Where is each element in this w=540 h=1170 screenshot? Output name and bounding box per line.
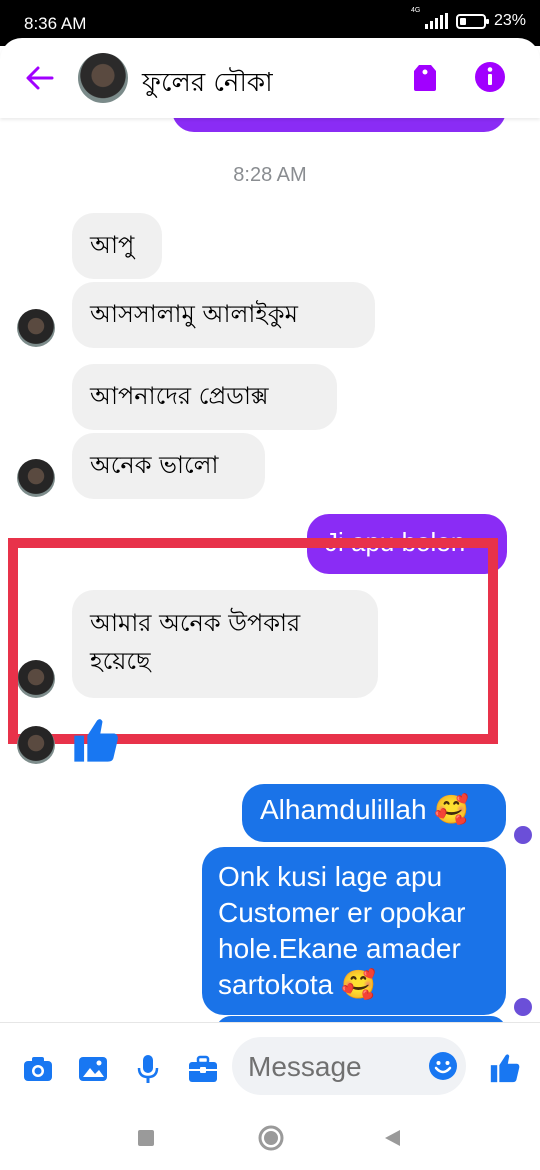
signal-icon: 4G xyxy=(411,7,448,29)
battery-icon xyxy=(455,13,489,29)
back-arrow-icon[interactable] xyxy=(22,60,58,96)
message-bubble-incoming[interactable]: আপু xyxy=(72,213,162,279)
image-icon[interactable] xyxy=(77,1053,109,1085)
thumbs-up-icon[interactable] xyxy=(488,1051,522,1085)
network-label: 4G xyxy=(410,7,421,14)
message-input[interactable]: Message xyxy=(232,1037,466,1095)
system-nav-bar xyxy=(0,1110,540,1170)
status-time: 8:36 AM xyxy=(24,14,87,33)
battery-percent: 23% xyxy=(493,12,526,29)
sender-avatar[interactable] xyxy=(17,726,55,764)
emoji-icon[interactable] xyxy=(428,1051,458,1081)
message-timestamp: 8:28 AM xyxy=(233,164,307,186)
status-icons: 4G 23% xyxy=(411,7,526,30)
sender-avatar[interactable] xyxy=(17,459,55,497)
message-bubble-incoming[interactable]: অনেক ভালো xyxy=(72,433,265,499)
contact-avatar[interactable] xyxy=(78,53,128,103)
nav-circle-icon[interactable] xyxy=(257,1124,285,1152)
chat-header: ফুলের নৌকা xyxy=(0,38,540,118)
seen-check-icon xyxy=(514,826,532,844)
message-bubble-outgoing-partial[interactable]: … xyxy=(172,118,506,132)
contact-name[interactable]: ফুলের নৌকা xyxy=(142,62,273,106)
nav-square-icon[interactable] xyxy=(138,1130,154,1146)
message-bubble-incoming[interactable]: আসসালামু আলাইকুম xyxy=(72,282,375,348)
message-bubble-outgoing[interactable]: Onk kusi lage apu Customer er opokar hol… xyxy=(202,847,506,1015)
message-placeholder: Message xyxy=(248,1051,362,1082)
microphone-icon[interactable] xyxy=(132,1053,164,1085)
tag-icon[interactable] xyxy=(408,60,442,94)
message-bubble-incoming[interactable]: আপনাদের প্রেডাক্স xyxy=(72,364,337,430)
camera-icon[interactable] xyxy=(22,1053,54,1085)
message-bubble-outgoing[interactable]: Alhamdulillah 🥰 xyxy=(242,784,506,842)
message-list[interactable]: … 8:28 AM আপু আসসালামু আলাইকুম আপনাদের প… xyxy=(0,118,540,1022)
nav-back-icon[interactable] xyxy=(382,1128,402,1148)
briefcase-icon[interactable] xyxy=(187,1053,219,1085)
seen-check-icon xyxy=(514,998,532,1016)
sender-avatar[interactable] xyxy=(17,309,55,347)
message-composer: Message xyxy=(0,1022,540,1110)
thumbs-up-icon[interactable] xyxy=(70,714,122,766)
info-icon[interactable] xyxy=(473,60,507,94)
